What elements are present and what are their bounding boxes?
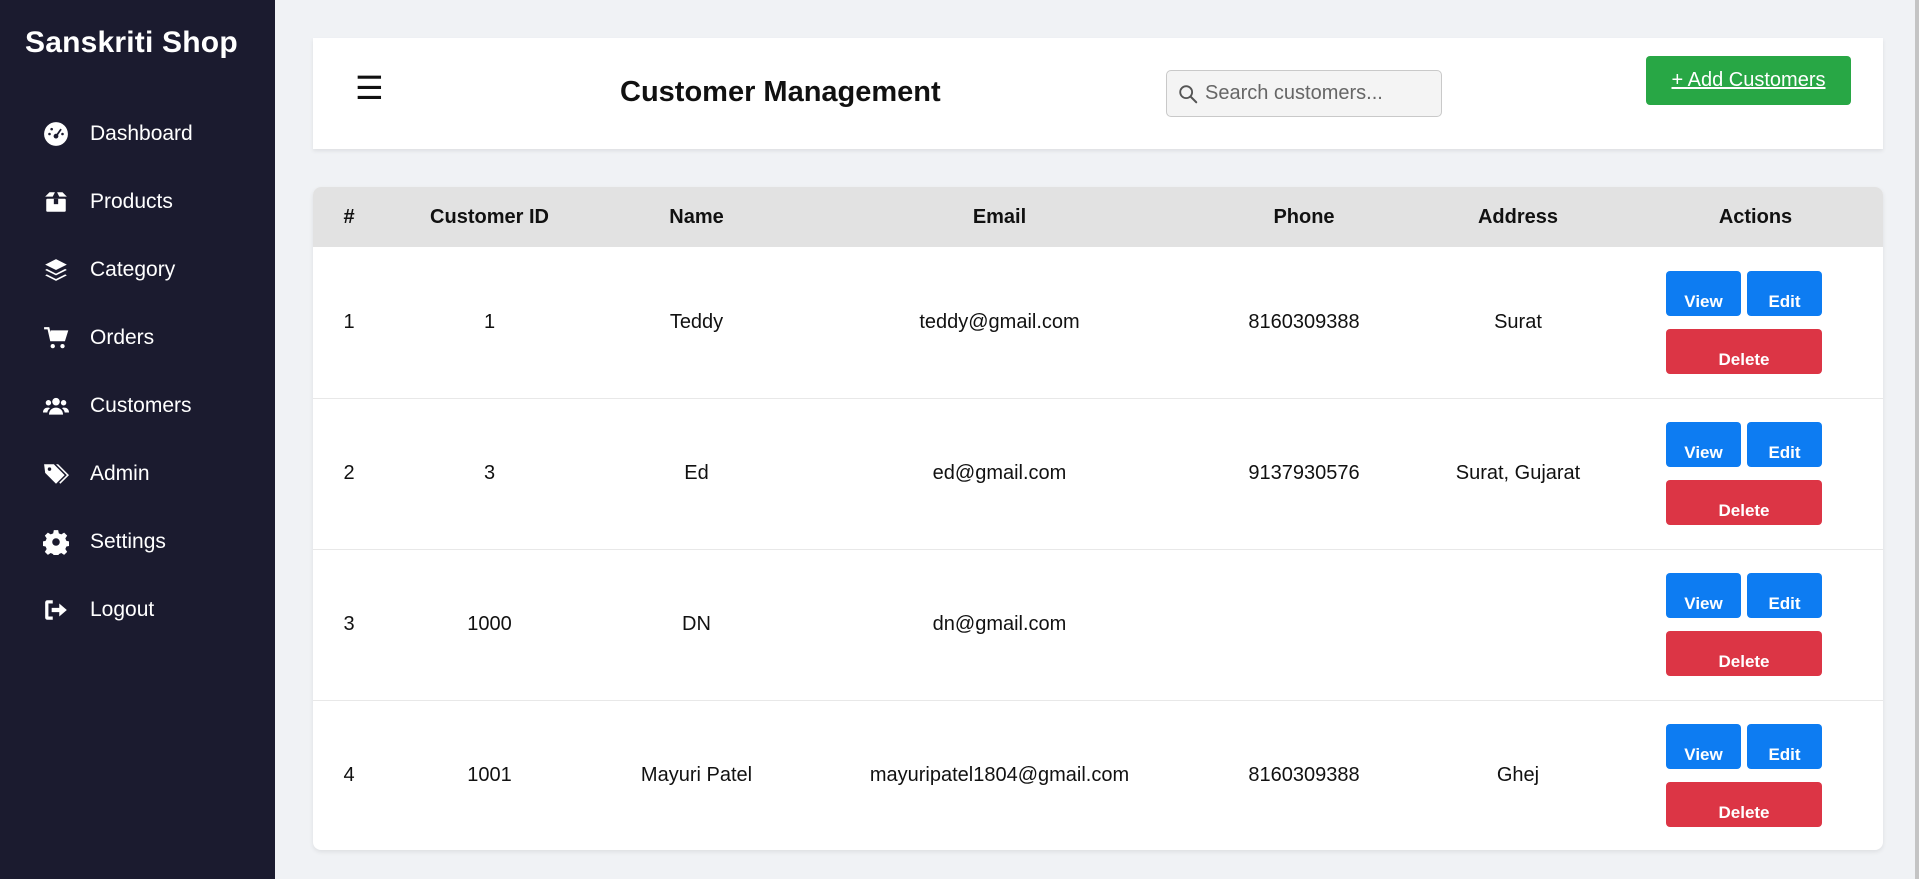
sidebar-item-orders[interactable]: Orders	[0, 304, 275, 372]
layers-icon	[42, 256, 70, 284]
edit-button[interactable]: Edit	[1747, 422, 1822, 467]
page-header: ☰ Customer Management + Add Customers	[313, 38, 1883, 149]
table-row: 2 3 Ed ed@gmail.com 9137930576 Surat, Gu…	[313, 398, 1883, 549]
cell-email: mayuripatel1804@gmail.com	[869, 764, 1130, 787]
table-row: 1 1 Teddy teddy@gmail.com 8160309388 Sur…	[313, 247, 1883, 398]
cell-customer-id: 1001	[467, 764, 512, 787]
view-button[interactable]: View	[1666, 422, 1741, 467]
table-row: 4 1001 Mayuri Patel mayuripatel1804@gmai…	[313, 700, 1883, 850]
column-header-actions: Actions	[1718, 205, 1793, 228]
cell-address	[1408, 549, 1628, 700]
sidebar-nav: Dashboard Products Category Orders Custo…	[0, 100, 275, 644]
customers-table-card: # Customer ID Name Email Phone Address A…	[313, 187, 1883, 850]
cell-address: Ghej	[1496, 764, 1540, 787]
cell-phone	[1200, 549, 1408, 700]
table-row: 3 1000 DN dn@gmail.com View Edit Delete	[313, 549, 1883, 700]
cart-icon	[42, 324, 70, 352]
cell-name: Ed	[684, 462, 709, 484]
edit-button[interactable]: Edit	[1747, 573, 1822, 618]
delete-button[interactable]: Delete	[1666, 782, 1822, 828]
box-icon	[42, 188, 70, 216]
view-button[interactable]: View	[1666, 573, 1741, 618]
page-scrollbar[interactable]	[1915, 0, 1919, 879]
sidebar-item-category[interactable]: Category	[0, 236, 275, 304]
cell-customer-id: 3	[483, 462, 496, 484]
sidebar-item-label: Customers	[90, 394, 192, 417]
sidebar-item-dashboard[interactable]: Dashboard	[0, 100, 275, 168]
search-input[interactable]	[1205, 82, 1435, 105]
column-header-number[interactable]: #	[313, 187, 385, 247]
sidebar-item-customers[interactable]: Customers	[0, 372, 275, 440]
column-header-email[interactable]: Email	[799, 187, 1200, 247]
brand-title: Sanskriti Shop	[25, 26, 238, 59]
cell-actions: View Edit Delete	[1628, 398, 1883, 549]
column-header-name[interactable]: Name	[594, 187, 799, 247]
cell-number: 1	[343, 310, 355, 333]
sidebar-item-settings[interactable]: Settings	[0, 508, 275, 576]
tags-icon	[42, 460, 70, 488]
cell-address: Surat	[1494, 310, 1542, 333]
cell-customer-id: 1000	[467, 613, 512, 635]
hamburger-menu-icon[interactable]: ☰	[355, 72, 384, 104]
logout-icon	[42, 596, 70, 624]
column-header-address[interactable]: Address	[1408, 187, 1628, 247]
sidebar-item-products[interactable]: Products	[0, 168, 275, 236]
cell-number: 2	[343, 462, 355, 484]
delete-button[interactable]: Delete	[1666, 328, 1822, 374]
edit-button[interactable]: Edit	[1747, 724, 1822, 770]
cell-email: ed@gmail.com	[932, 462, 1067, 484]
cell-email: dn@gmail.com	[932, 613, 1067, 635]
cell-phone: 9137930576	[1248, 462, 1360, 484]
view-button[interactable]: View	[1666, 724, 1741, 770]
view-button[interactable]: View	[1666, 270, 1741, 316]
sidebar-item-label: Logout	[90, 598, 155, 621]
cell-actions: View Edit Delete	[1628, 549, 1883, 700]
cell-name: Mayuri Patel	[640, 764, 753, 787]
column-header-phone[interactable]: Phone	[1200, 187, 1408, 247]
cell-email: teddy@gmail.com	[919, 310, 1080, 333]
search-box	[1166, 70, 1442, 117]
add-customers-button[interactable]: + Add Customers	[1646, 56, 1851, 105]
sidebar-item-admin[interactable]: Admin	[0, 440, 275, 508]
sidebar: Sanskriti Shop Dashboard Products Catego…	[0, 0, 275, 879]
column-header-customer-id[interactable]: Customer ID	[385, 187, 594, 247]
sidebar-item-logout[interactable]: Logout	[0, 576, 275, 644]
sidebar-item-label: Category	[90, 258, 176, 281]
users-icon	[42, 392, 70, 420]
search-icon	[1179, 84, 1198, 103]
sidebar-item-label: Products	[90, 190, 173, 213]
edit-button[interactable]: Edit	[1747, 270, 1822, 316]
delete-button[interactable]: Delete	[1666, 631, 1822, 676]
cell-phone: 8160309388	[1248, 310, 1360, 333]
cell-address: Surat, Gujarat	[1455, 462, 1581, 484]
gear-icon	[42, 528, 70, 556]
sidebar-item-label: Orders	[90, 326, 155, 349]
table-header-row: # Customer ID Name Email Phone Address A…	[313, 187, 1883, 247]
sidebar-item-label: Admin	[90, 462, 150, 485]
sidebar-item-label: Dashboard	[90, 122, 193, 145]
page-title: Customer Management	[620, 76, 941, 108]
cell-actions: View Edit Delete	[1628, 700, 1883, 850]
delete-button[interactable]: Delete	[1666, 480, 1822, 525]
customers-table: # Customer ID Name Email Phone Address A…	[313, 187, 1883, 850]
cell-name: Teddy	[669, 310, 724, 333]
cell-actions: View Edit Delete	[1628, 247, 1883, 398]
cell-name: DN	[682, 613, 711, 635]
cell-customer-id: 1	[483, 310, 496, 333]
sidebar-item-label: Settings	[90, 530, 166, 553]
cell-number: 3	[343, 613, 355, 635]
cell-phone: 8160309388	[1248, 764, 1360, 787]
cell-number: 4	[343, 764, 355, 787]
dashboard-gauge-icon	[42, 120, 70, 148]
